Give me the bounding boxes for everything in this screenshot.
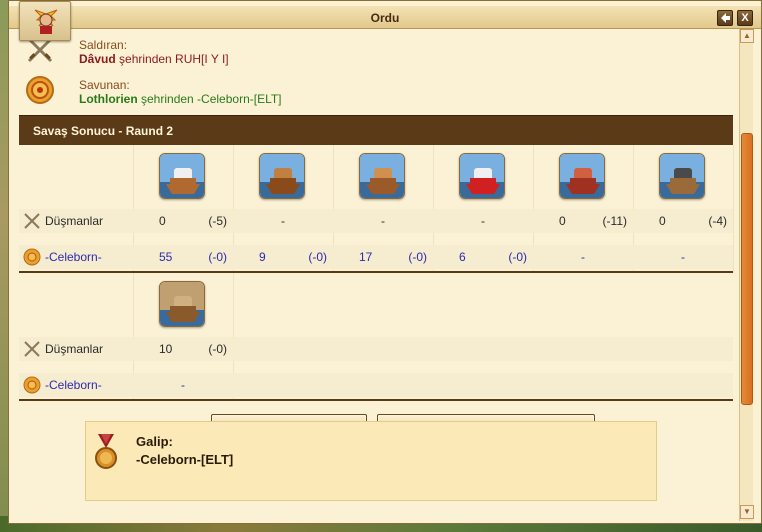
- defenders-r2-row: [19, 373, 733, 397]
- medal-icon: [95, 434, 117, 469]
- enemies-r2-row: [19, 337, 733, 361]
- column-divider: [733, 145, 734, 273]
- attacker-line: Dâvud şehrinden RUH[I Y I]: [79, 52, 229, 66]
- attacker-city-text[interactable]: şehrinden RUH[I Y I]: [116, 52, 229, 66]
- enemies-r1-count: -: [481, 214, 485, 228]
- winner-box: Galip: -Celeborn-[ELT]: [85, 421, 657, 501]
- defenders-r1-count: 17: [359, 250, 373, 264]
- defenders-r1-count: 55: [159, 250, 173, 264]
- enemies-r1-count: -: [281, 214, 285, 228]
- army-report-window: Ordu X ▲ ▼ Saldıran: Dâvud şehrinden RUH…: [8, 0, 762, 524]
- enemies-r1-count: 0: [159, 214, 166, 228]
- defender-city-text[interactable]: şehrinden -Celeborn-[ELT]: [138, 92, 282, 106]
- defenders-r1-count: 6: [459, 250, 466, 264]
- battle-result-header: Savaş Sonucu - Raund 2: [19, 115, 733, 145]
- attacker-role: Saldıran:: [79, 38, 128, 52]
- enemies-r1-count: 0: [559, 214, 566, 228]
- defenders-r2-label[interactable]: -Celeborn-: [45, 373, 102, 397]
- defenders-r2-count: -: [181, 378, 185, 392]
- player-avatar[interactable]: [19, 1, 71, 41]
- titlebar: Ordu X: [9, 5, 761, 29]
- crossed-swords-icon: [23, 212, 41, 230]
- enemies-r2-loss: (-0): [208, 342, 227, 356]
- defenders-r1-loss: (-0): [508, 250, 527, 264]
- arrow-left-icon: [721, 13, 730, 23]
- shield-target-icon: [23, 376, 41, 394]
- enemies-r1-count: -: [381, 214, 385, 228]
- enemies-r1-loss: (-11): [602, 214, 627, 228]
- window-title: Ordu: [370, 11, 400, 25]
- row-separator: [19, 399, 733, 401]
- defenders-r1-loss: (-0): [208, 250, 227, 264]
- attacker-player-link[interactable]: Dâvud: [79, 52, 116, 66]
- enemies-r1-count: 0: [659, 214, 666, 228]
- shield-target-icon: [23, 248, 41, 266]
- close-button[interactable]: X: [737, 10, 753, 26]
- defender-info: Savunan: Lothlorien şehrinden -Celeborn-…: [19, 69, 719, 107]
- back-button[interactable]: [717, 10, 733, 26]
- enemies-r2-count: 10: [159, 342, 173, 356]
- enemies-r2-label: Düşmanlar: [45, 342, 104, 356]
- defenders-r1-loss: (-0): [408, 250, 427, 264]
- attacker-info: Saldıran: Dâvud şehrinden RUH[I Y I]: [19, 29, 719, 67]
- defender-line: Lothlorien şehrinden -Celeborn-[ELT]: [79, 92, 282, 106]
- catapult-unit-icon: [159, 153, 205, 199]
- warrior-avatar-icon: [34, 9, 58, 34]
- scrollbar[interactable]: ▲ ▼: [739, 29, 754, 521]
- defenders-r1-label[interactable]: -Celeborn-: [45, 245, 102, 269]
- crossed-swords-icon: [23, 340, 41, 358]
- cannon-ship-unit-icon: [659, 153, 705, 199]
- winner-name: -Celeborn-[ELT]: [136, 452, 234, 467]
- enemies-r1-loss: (-5): [208, 214, 227, 228]
- ballista-unit-icon: [359, 153, 405, 199]
- defenders-r1-count: -: [581, 250, 585, 264]
- row-separator: [19, 271, 733, 273]
- siege-tower-unit-icon: [159, 281, 205, 327]
- enemies-r1-loss: (-4): [708, 214, 727, 228]
- target-tower-unit-icon: [459, 153, 505, 199]
- enemies-r1-label: Düşmanlar: [45, 214, 104, 228]
- report-content: Saldıran: Dâvud şehrinden RUH[I Y I] Sav…: [19, 29, 739, 521]
- scroll-down-arrow[interactable]: ▼: [740, 505, 754, 519]
- defenders-r1-count: 9: [259, 250, 266, 264]
- defender-player-link[interactable]: Lothlorien: [79, 92, 138, 106]
- defenders-r1-loss: (-0): [308, 250, 327, 264]
- defenders-r1-count: -: [681, 250, 685, 264]
- defender-role: Savunan:: [79, 78, 130, 92]
- mortar-unit-icon: [559, 153, 605, 199]
- winner-label: Galip:: [136, 434, 173, 449]
- ram-ship-unit-icon: [259, 153, 305, 199]
- scroll-thumb[interactable]: [741, 133, 753, 405]
- scroll-up-arrow[interactable]: ▲: [740, 29, 754, 43]
- shield-target-icon: [26, 76, 54, 104]
